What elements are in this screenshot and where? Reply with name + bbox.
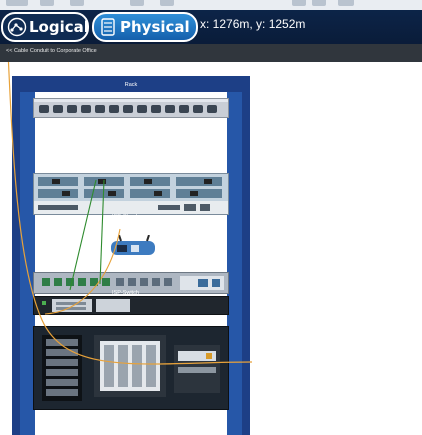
physical-workspace[interactable]: Rack Power Distribution Device0 ISP-Clou… [0,62,422,435]
toolbar-button[interactable] [312,0,326,6]
cursor-coordinates: x: 1276m, y: 1252m [200,17,306,31]
toolbar-button[interactable] [6,0,28,6]
cable-green-2 [99,179,105,285]
toolbar-button[interactable] [160,0,174,6]
toolbar-button[interactable] [338,0,354,6]
logical-view-button[interactable]: Logical [1,12,89,42]
logical-view-icon [7,17,27,37]
toolbar-strip [0,0,422,10]
toolbar-button[interactable] [40,0,54,6]
cable-orange-1 [7,62,253,365]
cable-green-1 [69,179,97,291]
breadcrumb-back-link[interactable]: << Cable Conduit to Corporate Office [6,48,97,54]
physical-view-icon [101,18,115,36]
physical-view-label: Physical [120,18,190,36]
cable-overlay [7,62,253,365]
logical-view-label: Logical [29,18,89,36]
toolbar-button[interactable] [70,0,84,6]
toolbar-button[interactable] [292,0,306,6]
toolbar-button[interactable] [130,0,144,6]
physical-view-button[interactable]: Physical [92,12,198,42]
view-mode-bar: Logical Physical x: 1276m, y: 1252m [0,10,422,44]
location-bar: << Cable Conduit to Corporate Office [0,44,422,62]
cable-orange-2 [44,228,121,315]
